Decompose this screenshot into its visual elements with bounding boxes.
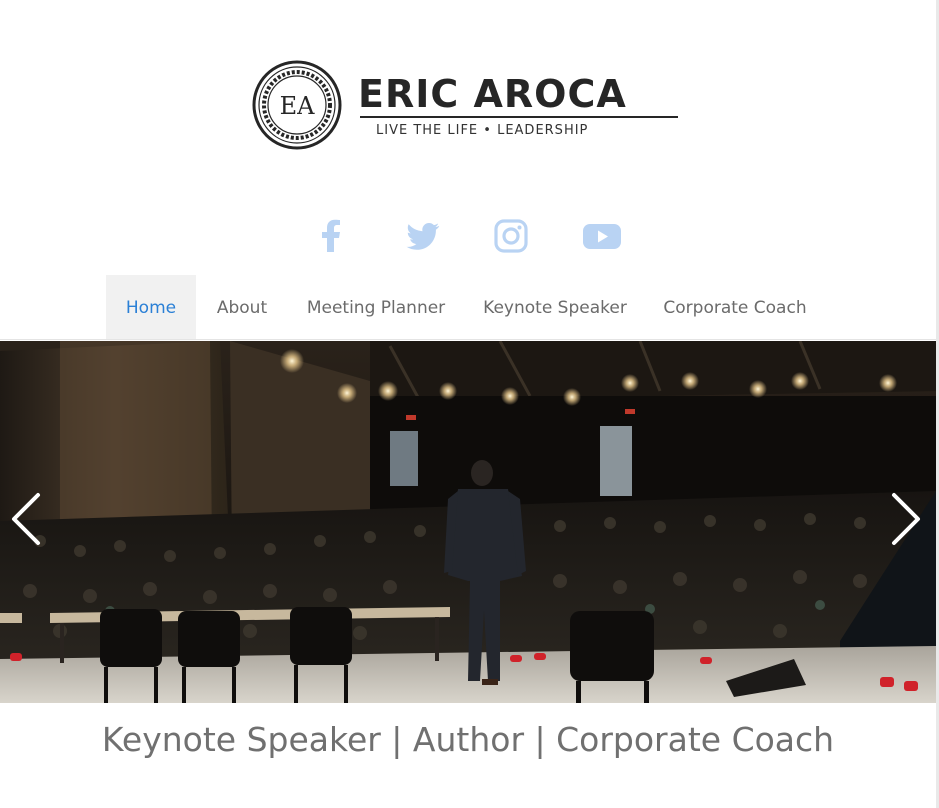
nav-item-corporate-coach[interactable]: Corporate Coach — [654, 275, 816, 339]
nav-item-home[interactable]: Home — [106, 275, 196, 339]
speaker-on-stage-photo — [0, 341, 936, 703]
social-links — [0, 216, 939, 256]
twitter-icon[interactable] — [402, 216, 442, 256]
nav-item-about[interactable]: About — [202, 275, 282, 339]
youtube-icon[interactable] — [582, 216, 622, 256]
logo-monogram: EA — [280, 92, 316, 120]
hero-slider — [0, 341, 936, 703]
hero-subtitle: Keynote Speaker | Author | Corporate Coa… — [101, 720, 835, 759]
chevron-right-icon[interactable] — [886, 489, 926, 549]
nav-divider — [0, 339, 936, 340]
instagram-icon[interactable] — [491, 216, 531, 256]
facebook-icon[interactable] — [312, 216, 352, 256]
site-logo[interactable]: EA ERIC AROCA LIVE THE LIFE • LEADERSHIP — [252, 60, 682, 152]
chevron-left-icon[interactable] — [6, 489, 46, 549]
nav-item-meeting-planner[interactable]: Meeting Planner — [296, 275, 456, 339]
brand-tagline: LIVE THE LIFE • LEADERSHIP — [376, 123, 589, 138]
nav-item-keynote-speaker[interactable]: Keynote Speaker — [475, 275, 635, 339]
brand-rule — [360, 116, 678, 118]
logo-seal: EA — [252, 60, 342, 150]
brand-name: ERIC AROCA — [358, 72, 627, 116]
logo-wordmark: ERIC AROCA LIVE THE LIFE • LEADERSHIP — [358, 74, 682, 144]
main-nav: Home About Meeting Planner Keynote Speak… — [106, 275, 831, 339]
